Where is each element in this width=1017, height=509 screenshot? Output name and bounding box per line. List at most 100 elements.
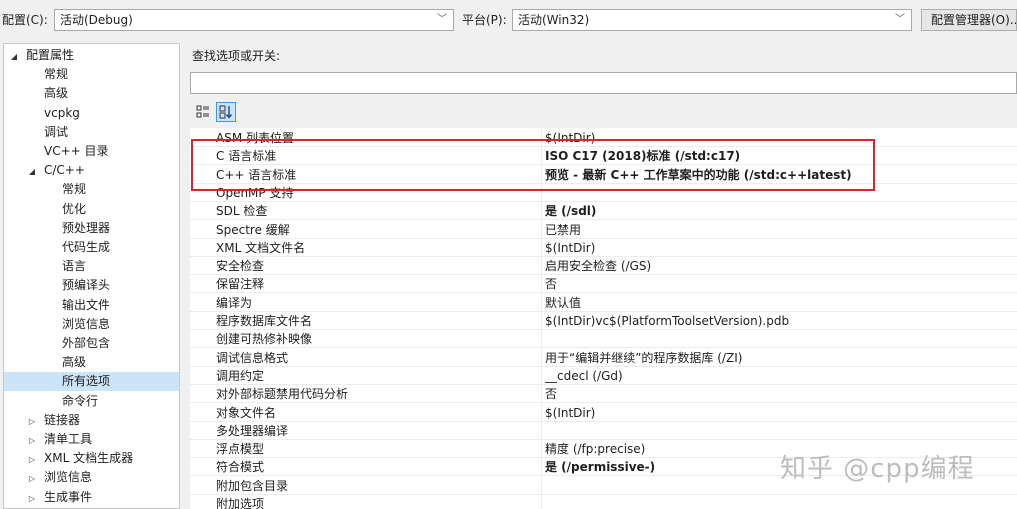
watermark: 知乎 @cpp编程: [780, 454, 975, 484]
collapse-icon[interactable]: ◢: [26, 162, 38, 181]
tree-item-label: 调试: [44, 124, 69, 139]
tree-item[interactable]: 调试: [4, 123, 179, 142]
property-name: 附加选项: [216, 497, 265, 509]
config-dropdown[interactable]: 活动(Debug) ﹀: [54, 9, 454, 31]
property-value[interactable]: 预览 - 最新 C++ 工作草案中的功能 (/std:c++latest): [545, 166, 852, 184]
platform-label: 平台(P):: [462, 13, 507, 27]
property-value[interactable]: 精度 (/fp:precise): [545, 440, 645, 458]
tree-item-label: 链接器: [44, 412, 81, 427]
column-divider: [541, 421, 542, 440]
tree-item[interactable]: 语言: [4, 257, 179, 276]
tree-item-label: 高级: [44, 86, 69, 101]
property-row[interactable]: C++ 语言标准 预览 - 最新 C++ 工作草案中的功能 (/std:c++la…: [190, 165, 1017, 184]
expand-icon[interactable]: ▷: [26, 431, 38, 450]
property-name: C 语言标准: [216, 149, 277, 164]
property-name: 安全检查: [216, 259, 265, 274]
property-row[interactable]: 对象文件名 $(IntDir): [190, 403, 1017, 422]
property-row[interactable]: 调试信息格式 用于“编辑并继续”的程序数据库 (/ZI): [190, 348, 1017, 367]
property-row[interactable]: XML 文档文件名 $(IntDir): [190, 238, 1017, 257]
property-value[interactable]: __cdecl (/Gd): [545, 367, 623, 385]
collapse-icon[interactable]: ◢: [8, 47, 20, 66]
tree-item[interactable]: 常规: [4, 65, 179, 84]
property-value[interactable]: 用于“编辑并继续”的程序数据库 (/ZI): [545, 349, 742, 367]
property-row[interactable]: ASM 列表位置 $(IntDir): [190, 129, 1017, 147]
property-row[interactable]: OpenMP 支持: [190, 183, 1017, 202]
property-name: 符合模式: [216, 460, 265, 475]
property-row[interactable]: 附加选项: [190, 495, 1017, 509]
config-manager-button[interactable]: 配置管理器(O)...: [921, 9, 1017, 31]
property-row[interactable]: SDL 检查 是 (/sdl): [190, 202, 1017, 221]
property-value[interactable]: 否: [545, 385, 557, 403]
tree-item[interactable]: ▷ 浏览信息: [4, 468, 179, 487]
property-row[interactable]: 调用约定 __cdecl (/Gd): [190, 366, 1017, 385]
property-row[interactable]: 编译为 默认值: [190, 293, 1017, 312]
property-value[interactable]: 启用安全检查 (/GS): [545, 257, 651, 275]
property-name: 多处理器编译: [216, 423, 289, 438]
property-row[interactable]: 对外部标题禁用代码分析 否: [190, 385, 1017, 404]
tree-item[interactable]: 常规: [4, 180, 179, 199]
property-row[interactable]: Spectre 缓解 已禁用: [190, 220, 1017, 239]
property-value[interactable]: 否: [545, 275, 557, 293]
tree-item-label: XML 文档生成器: [44, 451, 134, 466]
expand-icon[interactable]: ▷: [26, 412, 38, 431]
property-value[interactable]: 是 (/permissive-): [545, 458, 655, 476]
property-value[interactable]: 是 (/sdl): [545, 202, 596, 220]
property-name: 浮点模型: [216, 442, 265, 457]
property-row[interactable]: 创建可热修补映像: [190, 330, 1017, 349]
tree-item[interactable]: ◢ 配置属性: [4, 46, 179, 65]
tree-item[interactable]: ▷ 清单工具: [4, 430, 179, 449]
property-row[interactable]: 多处理器编译: [190, 421, 1017, 440]
tree-item[interactable]: 优化: [4, 200, 179, 219]
property-value[interactable]: 默认值: [545, 294, 581, 312]
categorized-view-button[interactable]: [193, 102, 213, 122]
tree-item[interactable]: 命令行: [4, 392, 179, 411]
expand-icon[interactable]: ▷: [26, 469, 38, 488]
property-value[interactable]: ISO C17 (2018)标准 (/std:c17): [545, 147, 740, 165]
tree-item-label: 常规: [44, 67, 69, 82]
column-divider: [541, 403, 542, 422]
tree-item[interactable]: 代码生成: [4, 238, 179, 257]
property-name: 对外部标题禁用代码分析: [216, 387, 349, 402]
tree-item[interactable]: 预编译头: [4, 276, 179, 295]
tree-item[interactable]: 输出文件: [4, 296, 179, 315]
column-divider: [541, 147, 542, 166]
property-name: 程序数据库文件名: [216, 314, 313, 328]
expand-icon[interactable]: ▷: [26, 489, 38, 508]
tree-item[interactable]: 浏览信息: [4, 315, 179, 334]
column-divider: [541, 495, 542, 509]
config-dropdown-value: 活动(Debug): [60, 13, 133, 27]
tree-item[interactable]: VC++ 目录: [4, 142, 179, 161]
alphabetical-icon: [219, 105, 233, 119]
tree-item-label: 输出文件: [62, 297, 111, 312]
column-divider: [541, 476, 542, 495]
property-name: 调试信息格式: [216, 350, 289, 365]
tree-item[interactable]: 所有选项: [4, 372, 179, 392]
property-tree: ◢ 配置属性 常规 高级 vcpkg 调试 VC++ 目录 ◢ C/C++ 常规 优化 预处理器 代码生…: [3, 43, 180, 509]
search-input[interactable]: [190, 72, 1017, 94]
tree-item[interactable]: ▷ 链接器: [4, 411, 179, 430]
tree-item[interactable]: 高级: [4, 84, 179, 103]
property-row[interactable]: 保留注释 否: [190, 275, 1017, 294]
platform-dropdown[interactable]: 活动(Win32) ﹀: [512, 9, 912, 31]
tree-item[interactable]: 高级: [4, 353, 179, 372]
property-row[interactable]: 安全检查 启用安全检查 (/GS): [190, 257, 1017, 276]
property-row[interactable]: C 语言标准 ISO C17 (2018)标准 (/std:c17): [190, 147, 1017, 166]
alphabetical-view-button[interactable]: [216, 102, 236, 122]
property-value[interactable]: $(IntDir): [545, 129, 595, 147]
tree-item[interactable]: vcpkg: [4, 104, 179, 123]
tree-item[interactable]: 外部包含: [4, 334, 179, 353]
tree-item-label: 清单工具: [44, 432, 93, 446]
column-divider: [541, 202, 542, 221]
property-value[interactable]: $(IntDir): [545, 404, 595, 422]
tree-item[interactable]: ◢ C/C++: [4, 161, 179, 180]
property-name: 附加包含目录: [216, 478, 289, 493]
tree-item[interactable]: ▷ 生成事件: [4, 488, 179, 507]
tree-item[interactable]: 预处理器: [4, 219, 179, 238]
column-divider: [541, 220, 542, 239]
expand-icon[interactable]: ▷: [26, 450, 38, 469]
property-value[interactable]: 已禁用: [545, 221, 581, 239]
property-value[interactable]: $(IntDir): [545, 239, 595, 257]
tree-item[interactable]: ▷ XML 文档生成器: [4, 449, 179, 468]
property-row[interactable]: 程序数据库文件名 $(IntDir)vc$(PlatformToolsetVers…: [190, 312, 1017, 330]
property-value[interactable]: $(IntDir)vc$(PlatformToolsetVersion).pdb: [545, 312, 789, 330]
